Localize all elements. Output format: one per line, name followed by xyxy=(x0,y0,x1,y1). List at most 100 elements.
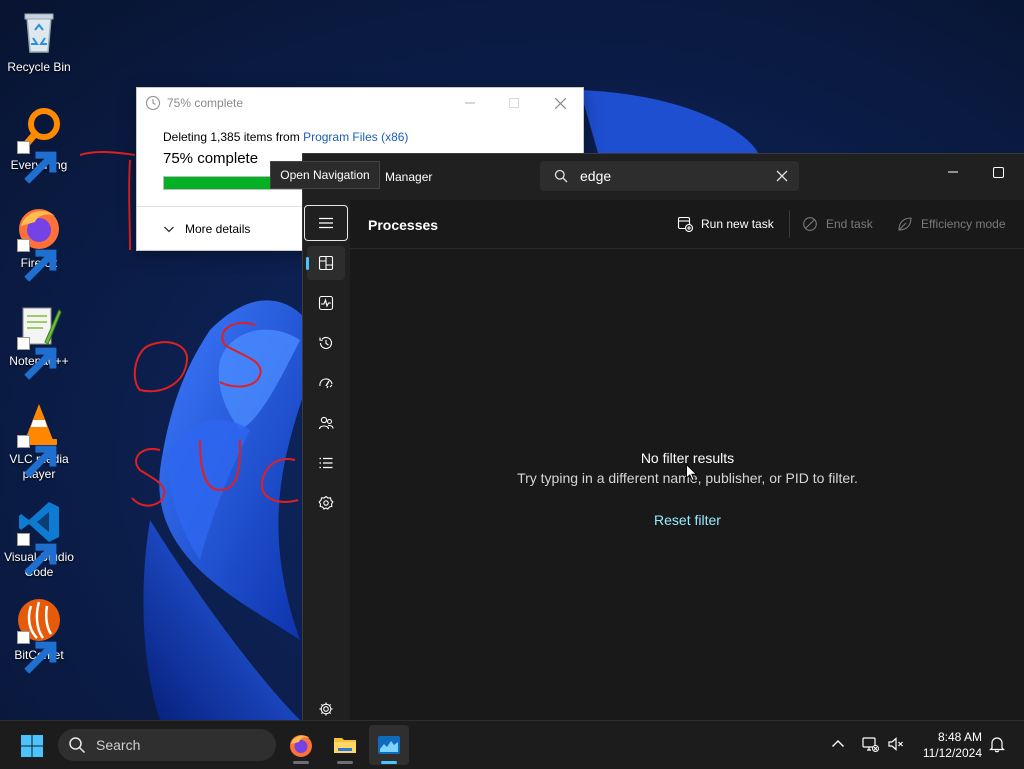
open-navigation-tooltip: Open Navigation xyxy=(270,161,380,189)
firefox-icon xyxy=(290,735,312,757)
maximize-button[interactable] xyxy=(499,92,529,114)
running-indicator xyxy=(337,761,353,764)
search-icon xyxy=(68,736,86,754)
end-task-button[interactable]: End task xyxy=(802,216,873,232)
desktop-icon-bitcomet[interactable]: BitComet xyxy=(2,596,76,674)
clock-time: 8:48 AM xyxy=(937,730,982,744)
clear-search-icon[interactable] xyxy=(775,169,789,183)
running-indicator xyxy=(293,761,309,764)
settings-icon xyxy=(319,702,333,716)
minimize-button[interactable] xyxy=(938,162,968,182)
file-explorer-icon xyxy=(334,738,356,753)
open-navigation-button[interactable] xyxy=(304,205,348,241)
nav-app-history[interactable] xyxy=(307,326,345,360)
delete-status-prefix: Deleting 1,385 items from xyxy=(163,130,304,144)
running-indicator xyxy=(381,761,397,764)
desktop-icon-vlc[interactable]: VLC media player xyxy=(2,400,76,482)
close-button[interactable] xyxy=(545,92,575,114)
maximize-icon xyxy=(509,98,519,108)
processes-icon xyxy=(318,255,334,271)
clock-date: 11/12/2024 xyxy=(922,746,982,760)
leaf-icon xyxy=(898,217,912,231)
task-manager-icon xyxy=(378,736,400,754)
run-new-task-button[interactable]: Run new task xyxy=(677,216,774,232)
app-history-icon xyxy=(319,336,333,349)
details-icon xyxy=(319,457,333,469)
run-new-task-label: Run new task xyxy=(701,217,774,231)
reset-filter-link[interactable]: Reset filter xyxy=(350,512,1024,528)
taskbar-app-task-manager[interactable] xyxy=(369,725,409,765)
maximize-icon xyxy=(992,166,1004,178)
minimize-icon xyxy=(465,102,475,104)
vscode-icon xyxy=(15,498,63,576)
page-header: Processes Run new task End task Efficien… xyxy=(350,200,1024,249)
desktop-icon-notepad-plus-plus[interactable]: Notepad++ xyxy=(2,302,76,380)
desktop-icon-everything[interactable]: Everything xyxy=(2,106,76,184)
search-icon xyxy=(554,169,568,183)
delete-status-text: Deleting 1,385 items from Program Files … xyxy=(163,130,408,144)
search-box[interactable] xyxy=(540,161,799,191)
notifications-button[interactable] xyxy=(988,735,1006,753)
bitcomet-icon xyxy=(15,596,63,674)
startup-apps-icon xyxy=(319,378,333,389)
efficiency-mode-button[interactable]: Efficiency mode xyxy=(897,216,1006,232)
notepad-plus-plus-icon xyxy=(15,302,63,380)
navigation-pane xyxy=(303,200,350,721)
taskbar-app-firefox[interactable] xyxy=(281,725,321,765)
volume-muted-icon[interactable] xyxy=(887,735,905,753)
show-hidden-icons-button[interactable] xyxy=(829,735,847,753)
progress-clock-icon xyxy=(145,95,161,111)
desktop-icon-recycle-bin[interactable]: Recycle Bin xyxy=(2,8,76,75)
percent-complete-text: 75% complete xyxy=(163,150,259,167)
more-details-button[interactable]: More details xyxy=(163,222,250,236)
windows-logo-icon xyxy=(21,735,43,757)
command-separator xyxy=(789,210,790,238)
users-icon xyxy=(318,416,334,430)
minimize-button[interactable] xyxy=(455,92,485,114)
recycle-bin-icon xyxy=(15,8,63,56)
maximize-button[interactable] xyxy=(983,162,1013,182)
desktop-icon-label: Recycle Bin xyxy=(7,60,71,74)
source-folder-link[interactable]: Program Files (x86) xyxy=(303,130,408,144)
processes-page: Processes Run new task End task Efficien… xyxy=(350,200,1024,721)
shortcut-arrow-icon xyxy=(17,631,57,674)
performance-icon xyxy=(318,295,334,311)
shortcut-arrow-icon xyxy=(17,435,57,478)
nav-processes[interactable] xyxy=(306,246,345,280)
nav-services[interactable] xyxy=(307,486,345,520)
taskbar-clock[interactable]: 8:48 AM 11/12/2024 xyxy=(923,729,982,761)
efficiency-mode-label: Efficiency mode xyxy=(921,217,1006,231)
end-task-icon xyxy=(803,217,817,231)
search-input[interactable] xyxy=(580,168,760,184)
task-manager-titlebar[interactable]: Manager xyxy=(303,154,1024,200)
taskbar-search-label: Search xyxy=(96,737,141,753)
network-icon[interactable] xyxy=(861,735,879,753)
more-details-label: More details xyxy=(185,222,251,236)
end-task-label: End task xyxy=(826,217,873,231)
bell-icon xyxy=(989,737,1005,753)
hamburger-menu-icon xyxy=(319,217,333,229)
close-icon xyxy=(554,97,566,109)
taskbar-search-box[interactable]: Search xyxy=(58,729,276,761)
minimize-icon xyxy=(948,171,958,173)
shortcut-arrow-icon xyxy=(17,239,57,282)
vlc-cone-icon xyxy=(15,400,63,478)
nav-details[interactable] xyxy=(307,446,345,480)
run-new-task-icon xyxy=(677,216,693,232)
chevron-down-icon xyxy=(163,223,175,235)
nav-performance[interactable] xyxy=(307,286,345,320)
shortcut-arrow-icon xyxy=(17,533,57,576)
shortcut-arrow-icon xyxy=(17,337,57,380)
app-name: Manager xyxy=(385,170,433,184)
nav-users[interactable] xyxy=(307,406,345,440)
task-manager-window: Manager edge Processes Run new task End … xyxy=(302,153,1024,721)
desktop-icon-vscode[interactable]: Visual Studio Code xyxy=(2,498,76,580)
nav-startup-apps[interactable] xyxy=(307,366,345,400)
firefox-icon xyxy=(15,204,63,282)
services-icon xyxy=(318,495,334,510)
page-title: Processes xyxy=(368,217,439,233)
taskbar-app-file-explorer[interactable] xyxy=(325,725,365,765)
start-button[interactable] xyxy=(20,734,44,758)
desktop-icon-firefox[interactable]: Firefox xyxy=(2,204,76,282)
mouse-cursor-icon xyxy=(686,464,698,482)
